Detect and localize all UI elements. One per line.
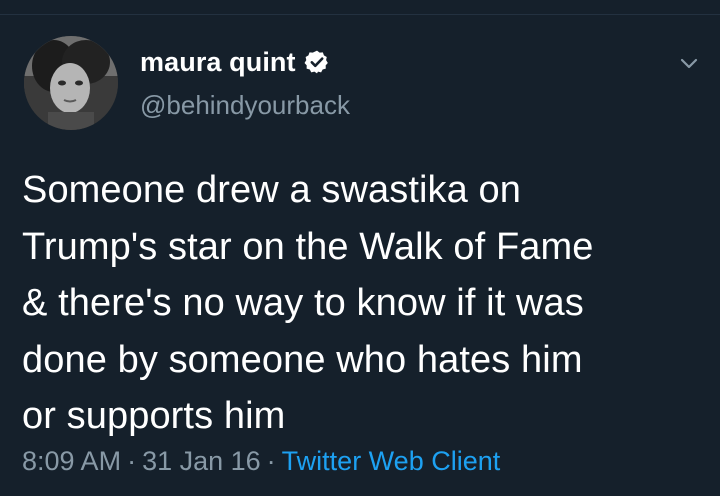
- display-name[interactable]: maura quint: [140, 47, 296, 78]
- chevron-down-icon[interactable]: [678, 52, 700, 74]
- meta-separator: ·: [266, 446, 276, 476]
- divider: [0, 14, 720, 15]
- verified-badge-icon: [304, 49, 330, 75]
- tweet-time[interactable]: 8:09 AM: [22, 446, 121, 476]
- tweet-card: maura quint @behindyourback Someone drew…: [0, 0, 720, 496]
- author-row[interactable]: maura quint: [140, 45, 330, 79]
- meta-separator: ·: [127, 446, 137, 476]
- author-handle[interactable]: @behindyourback: [140, 90, 350, 121]
- tweet-meta: 8:09 AM · 31 Jan 16 · Twitter Web Client: [22, 446, 500, 477]
- tweet-text: Someone drew a swastika on Trump's star …: [22, 169, 594, 437]
- tweet-source-link[interactable]: Twitter Web Client: [282, 446, 501, 476]
- avatar[interactable]: [24, 36, 118, 130]
- tweet-date[interactable]: 31 Jan 16: [142, 446, 261, 476]
